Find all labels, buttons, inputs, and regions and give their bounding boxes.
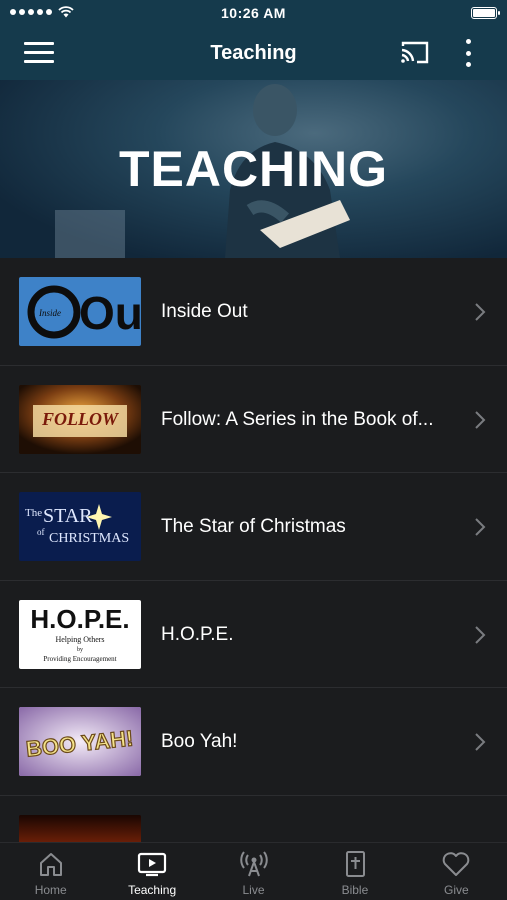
cast-icon[interactable] <box>400 40 430 66</box>
series-title: Boo Yah! <box>161 731 238 752</box>
tab-label: Give <box>443 883 469 897</box>
series-title: Inside Out <box>161 301 248 322</box>
chevron-right-icon <box>475 303 486 321</box>
list-item-partial[interactable] <box>0 796 507 843</box>
chevron-right-icon <box>475 625 486 644</box>
chevron-right-icon <box>475 410 486 429</box>
wifi-icon <box>58 6 74 18</box>
tab-label: Bible <box>341 883 369 897</box>
hero-title: TEACHING <box>118 141 389 197</box>
series-thumbnail-partial <box>19 814 141 842</box>
tab-live[interactable]: Live <box>203 843 304 900</box>
chevron-right-icon <box>475 518 486 536</box>
list-item-inside-out[interactable]: Out Inside Inside Out <box>0 258 507 366</box>
page-title: Teaching <box>210 42 297 64</box>
more-options-icon[interactable] <box>458 39 478 67</box>
tab-bible[interactable]: Bible <box>304 843 405 900</box>
thumb-line-encouragement: Providing Encouragement <box>43 655 116 663</box>
tab-label: Teaching <box>128 883 177 897</box>
series-title: The Star of Christmas <box>161 516 346 537</box>
thumb-word-hope: H.O.P.E. <box>30 604 129 634</box>
tab-label: Live <box>242 883 265 897</box>
thumb-line-helping: Helping Others <box>55 635 104 644</box>
thumb-line-by: by <box>77 647 83 653</box>
signal-strength-icon <box>10 9 52 15</box>
status-bar: 10:26 AM <box>0 0 507 26</box>
tab-give[interactable]: Give <box>406 843 507 900</box>
heart-icon <box>443 852 470 876</box>
thumb-word-inside: Inside <box>38 308 61 318</box>
series-title: Follow: A Series in the Book of... <box>161 408 434 430</box>
home-icon <box>39 853 62 876</box>
tab-label: Home <box>34 883 67 897</box>
battery-icon <box>471 7 500 19</box>
series-title: H.O.P.E. <box>161 623 234 645</box>
thumb-word-star: STAR <box>43 505 93 527</box>
thumb-word-the: The <box>25 507 42 519</box>
series-thumbnail-follow: FOLLOW <box>19 384 141 454</box>
series-thumbnail-star: The STAR of CHRISTMAS <box>19 492 141 561</box>
bible-icon <box>345 851 365 877</box>
play-screen-icon <box>138 852 167 877</box>
tab-home[interactable]: Home <box>0 843 101 900</box>
list-item-hope[interactable]: H.O.P.E. Helping Others by Providing Enc… <box>0 581 507 688</box>
series-title <box>161 796 456 843</box>
series-thumbnail-hope: H.O.P.E. Helping Others by Providing Enc… <box>19 599 141 669</box>
list-item-follow[interactable]: FOLLOW Follow: A Series in the Book of..… <box>0 366 507 473</box>
navigation-bar: Teaching <box>0 26 507 80</box>
broadcast-icon <box>239 851 268 877</box>
status-time: 10:26 AM <box>221 5 286 21</box>
series-thumbnail-boo-yah: BOO YAH! <box>19 707 141 776</box>
thumb-word-of: of <box>37 527 45 537</box>
list-item-star-of-christmas[interactable]: The STAR of CHRISTMAS The Star of Christ… <box>0 473 507 581</box>
signal-indicator <box>10 6 74 18</box>
podium-shape <box>55 210 125 258</box>
thumb-word-out: Out <box>79 287 141 339</box>
thumb-word-follow: FOLLOW <box>41 409 120 429</box>
chevron-right-icon <box>475 733 486 751</box>
thumb-word-christmas: CHRISTMAS <box>49 531 129 546</box>
hero-banner: TEACHING <box>0 80 507 258</box>
series-thumbnail-inside-out: Out Inside <box>19 277 141 346</box>
list-item-boo-yah[interactable]: BOO YAH! Boo Yah! <box>0 688 507 796</box>
hamburger-menu-icon[interactable] <box>24 42 54 64</box>
tab-bar: Home Teaching Live Bible Give <box>0 842 507 900</box>
tab-teaching[interactable]: Teaching <box>101 843 202 900</box>
series-list: Out Inside Inside Out FOLLOW Follow: A S… <box>0 258 507 842</box>
